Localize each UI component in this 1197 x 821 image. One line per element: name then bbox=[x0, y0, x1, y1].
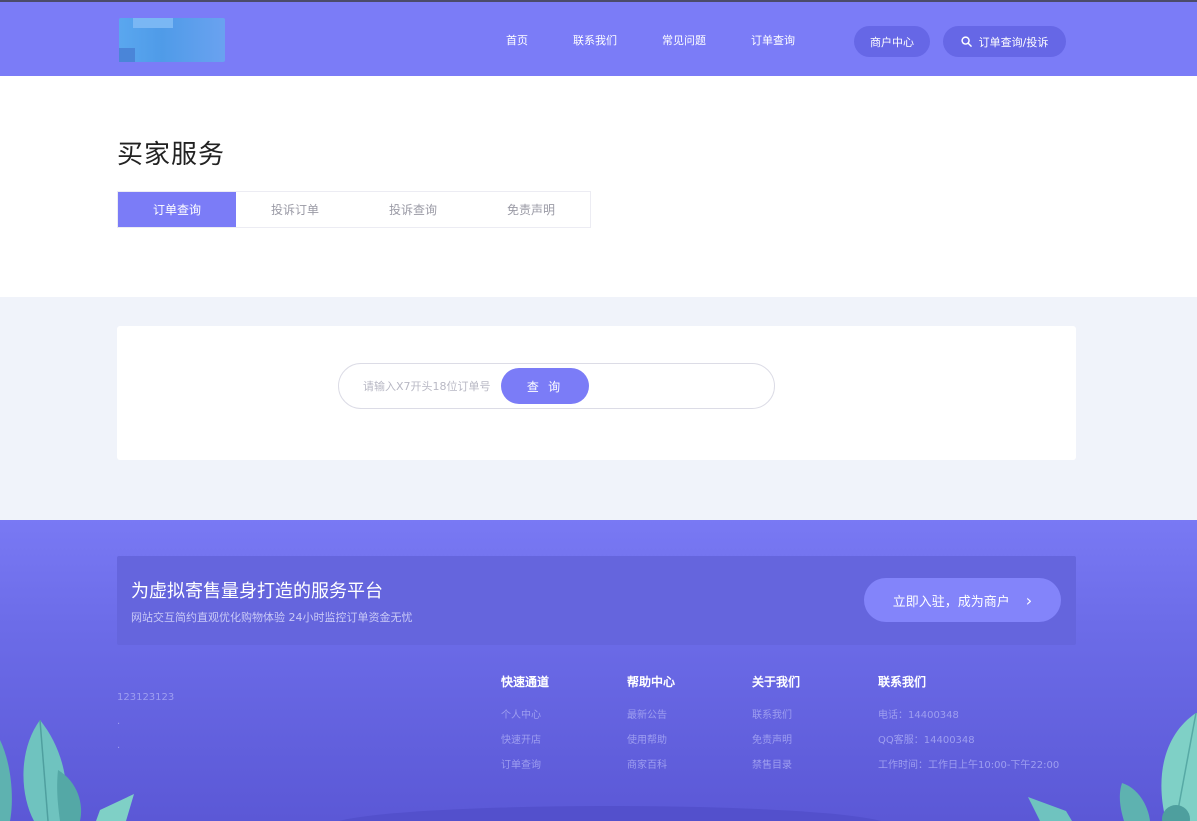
footer-link[interactable]: 禁售目录 bbox=[752, 753, 800, 778]
footer-link[interactable]: 免责声明 bbox=[752, 728, 800, 753]
footer-link[interactable]: 个人中心 bbox=[501, 703, 549, 728]
logo-block bbox=[133, 18, 173, 28]
site-logo[interactable] bbox=[119, 18, 225, 62]
query-section: 查 询 bbox=[0, 297, 1197, 520]
footer-column-title: 联系我们 bbox=[878, 675, 927, 689]
join-merchant-button[interactable]: 立即入驻，成为商户 › bbox=[864, 578, 1061, 622]
query-button[interactable]: 查 询 bbox=[501, 368, 589, 404]
footer-column-help: 帮助中心 最新公告 使用帮助 商家百科 bbox=[627, 673, 675, 778]
tab-complaint-query[interactable]: 投诉查询 bbox=[354, 192, 472, 227]
footer-info-line: 123123123 bbox=[117, 692, 175, 703]
service-tabs: 订单查询 投诉订单 投诉查询 免责声明 bbox=[117, 191, 591, 228]
merchant-center-label: 商户中心 bbox=[870, 35, 914, 49]
chevron-right-icon: › bbox=[1025, 590, 1033, 610]
banner-title: 为虚拟寄售量身打造的服务平台 bbox=[131, 581, 383, 602]
join-merchant-label: 立即入驻，成为商户 bbox=[892, 594, 1010, 610]
query-card: 查 询 bbox=[117, 326, 1076, 460]
footer-column-title: 帮助中心 bbox=[627, 675, 676, 689]
nav-faq[interactable]: 常见问题 bbox=[662, 32, 706, 48]
footer-link[interactable]: 使用帮助 bbox=[627, 728, 675, 753]
nav-contact[interactable]: 联系我们 bbox=[573, 32, 617, 48]
order-number-input[interactable] bbox=[363, 376, 493, 396]
nav-order-query[interactable]: 订单查询 bbox=[751, 32, 795, 48]
footer-link[interactable]: 最新公告 bbox=[627, 703, 675, 728]
footer: 为虚拟寄售量身打造的服务平台 网站交互简约直观优化购物体验 24小时监控订单资金… bbox=[0, 520, 1197, 821]
banner-subtitle: 网站交互简约直观优化购物体验 24小时监控订单资金无忧 bbox=[131, 611, 413, 624]
order-complaint-label: 订单查询/投诉 bbox=[978, 35, 1049, 49]
order-search-box: 查 询 bbox=[338, 363, 775, 409]
page-title: 买家服务 bbox=[117, 140, 226, 170]
footer-column-title: 快速通道 bbox=[501, 675, 550, 689]
top-navbar: 首页 联系我们 常见问题 订单查询 商户中心 订单查询/投诉 bbox=[0, 0, 1197, 76]
footer-wave-decoration bbox=[330, 806, 890, 821]
tab-complain-order[interactable]: 投诉订单 bbox=[236, 192, 354, 227]
promo-banner: 为虚拟寄售量身打造的服务平台 网站交互简约直观优化购物体验 24小时监控订单资金… bbox=[117, 556, 1076, 645]
tab-order-query[interactable]: 订单查询 bbox=[118, 192, 236, 227]
footer-column-title: 关于我们 bbox=[752, 675, 801, 689]
order-complaint-button[interactable]: 订单查询/投诉 bbox=[943, 26, 1066, 57]
footer-link[interactable]: 商家百科 bbox=[627, 753, 675, 778]
footer-link[interactable]: 联系我们 bbox=[752, 703, 800, 728]
footer-column-quick: 快速通道 个人中心 快速开店 订单查询 bbox=[501, 673, 549, 778]
search-icon bbox=[961, 36, 972, 47]
leaf-right-decoration bbox=[1028, 713, 1197, 821]
logo-block bbox=[119, 48, 135, 62]
merchant-center-button[interactable]: 商户中心 bbox=[854, 26, 930, 57]
nav-home[interactable]: 首页 bbox=[506, 32, 528, 48]
footer-link[interactable]: 订单查询 bbox=[501, 753, 549, 778]
footer-link[interactable]: 快速开店 bbox=[501, 728, 549, 753]
footer-column-about: 关于我们 联系我们 免责声明 禁售目录 bbox=[752, 673, 800, 778]
leaf-left-decoration bbox=[0, 719, 134, 821]
tab-disclaimer[interactable]: 免责声明 bbox=[472, 192, 590, 227]
